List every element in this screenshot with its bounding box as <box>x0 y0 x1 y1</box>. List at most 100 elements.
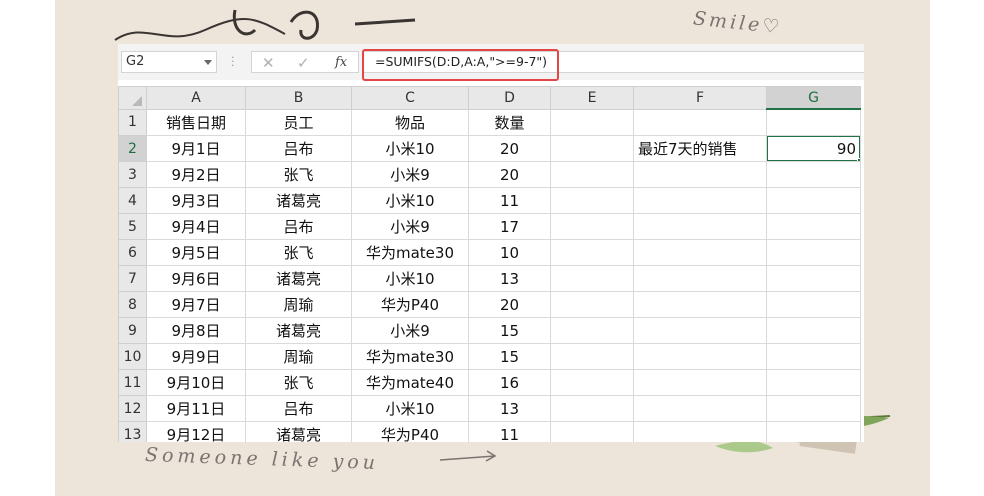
cell-b[interactable]: 张飞 <box>245 161 352 188</box>
cell-e[interactable] <box>550 161 634 188</box>
cell-e[interactable] <box>550 187 634 214</box>
select-all-corner[interactable] <box>118 86 147 110</box>
cell-c[interactable]: 小米10 <box>351 395 469 422</box>
cell-f[interactable] <box>633 395 767 422</box>
cell-a[interactable]: 9月5日 <box>146 239 246 266</box>
cell-d[interactable]: 13 <box>468 395 551 422</box>
cell-e[interactable] <box>550 265 634 292</box>
cell-b[interactable]: 员工 <box>245 108 352 136</box>
cell-d[interactable]: 20 <box>468 135 551 162</box>
insert-function-icon[interactable]: fx <box>335 55 347 70</box>
cell-f[interactable] <box>633 161 767 188</box>
row-header[interactable]: 10 <box>118 343 147 370</box>
cell-e[interactable] <box>550 239 634 266</box>
cell-d[interactable]: 11 <box>468 421 551 442</box>
cell-b[interactable]: 诸葛亮 <box>245 421 352 442</box>
column-header-f[interactable]: F <box>633 86 767 110</box>
cell-d[interactable]: 20 <box>468 291 551 318</box>
row-header[interactable]: 1 <box>118 108 147 136</box>
cell-d[interactable]: 13 <box>468 265 551 292</box>
cell-e[interactable] <box>550 369 634 396</box>
cell-e[interactable] <box>550 291 634 318</box>
cell-b[interactable]: 诸葛亮 <box>245 265 352 292</box>
row-header[interactable]: 9 <box>118 317 147 344</box>
cell-a[interactable]: 9月11日 <box>146 395 246 422</box>
cell-d[interactable]: 15 <box>468 343 551 370</box>
cell-g[interactable] <box>766 213 861 240</box>
cell-f[interactable] <box>633 291 767 318</box>
cell-f[interactable] <box>633 421 767 442</box>
column-header-d[interactable]: D <box>468 86 551 110</box>
cell-d[interactable]: 16 <box>468 369 551 396</box>
cell-f[interactable] <box>633 265 767 292</box>
chevron-down-icon[interactable] <box>204 60 212 65</box>
cell-f[interactable] <box>633 369 767 396</box>
cell-e[interactable] <box>550 395 634 422</box>
cell-g[interactable] <box>766 343 861 370</box>
cell-b[interactable]: 吕布 <box>245 395 352 422</box>
cell-c[interactable]: 小米9 <box>351 317 469 344</box>
column-header-c[interactable]: C <box>351 86 469 110</box>
cell-f[interactable] <box>633 213 767 240</box>
cell-d[interactable]: 10 <box>468 239 551 266</box>
cell-e[interactable] <box>550 421 634 442</box>
cell-a[interactable]: 9月6日 <box>146 265 246 292</box>
cell-a[interactable]: 9月4日 <box>146 213 246 240</box>
cell-d[interactable]: 数量 <box>468 108 551 136</box>
active-cell-g2[interactable]: 90 <box>766 135 861 162</box>
row-header[interactable]: 4 <box>118 187 147 214</box>
cell-b[interactable]: 诸葛亮 <box>245 317 352 344</box>
cell-b[interactable]: 张飞 <box>245 239 352 266</box>
column-header-b[interactable]: B <box>245 86 352 110</box>
cell-a[interactable]: 9月10日 <box>146 369 246 396</box>
cell-c[interactable]: 物品 <box>351 108 469 136</box>
cell-f[interactable] <box>633 239 767 266</box>
cell-g[interactable] <box>766 317 861 344</box>
cell-e[interactable] <box>550 108 634 136</box>
cell-c[interactable]: 小米10 <box>351 135 469 162</box>
fill-handle[interactable] <box>857 158 860 161</box>
column-header-g[interactable]: G <box>766 86 861 110</box>
cell-a[interactable]: 9月2日 <box>146 161 246 188</box>
cell-c[interactable]: 小米10 <box>351 187 469 214</box>
cell-g[interactable] <box>766 291 861 318</box>
cell-d[interactable]: 15 <box>468 317 551 344</box>
cell-g[interactable] <box>766 161 861 188</box>
row-header[interactable]: 12 <box>118 395 147 422</box>
cell-g[interactable] <box>766 187 861 214</box>
cell-d[interactable]: 20 <box>468 161 551 188</box>
row-header[interactable]: 6 <box>118 239 147 266</box>
cell-b[interactable]: 张飞 <box>245 369 352 396</box>
enter-icon[interactable]: ✓ <box>297 54 310 72</box>
row-header[interactable]: 7 <box>118 265 147 292</box>
cell-a[interactable]: 销售日期 <box>146 108 246 136</box>
cell-c[interactable]: 小米9 <box>351 213 469 240</box>
cell-b[interactable]: 周瑜 <box>245 343 352 370</box>
drag-handle-icon[interactable]: · · · <box>231 52 235 71</box>
cell-g[interactable] <box>766 369 861 396</box>
cell-b[interactable]: 吕布 <box>245 135 352 162</box>
cell-c[interactable]: 小米10 <box>351 265 469 292</box>
row-header[interactable]: 8 <box>118 291 147 318</box>
cell-g[interactable] <box>766 239 861 266</box>
cell-g[interactable] <box>766 395 861 422</box>
cell-c[interactable]: 华为P40 <box>351 421 469 442</box>
cell-c[interactable]: 小米9 <box>351 161 469 188</box>
row-header[interactable]: 5 <box>118 213 147 240</box>
row-header[interactable]: 3 <box>118 161 147 188</box>
cell-a[interactable]: 9月8日 <box>146 317 246 344</box>
row-header[interactable]: 13 <box>118 421 147 442</box>
cell-d[interactable]: 17 <box>468 213 551 240</box>
cell-e[interactable] <box>550 213 634 240</box>
cell-a[interactable]: 9月9日 <box>146 343 246 370</box>
cell-c[interactable]: 华为mate30 <box>351 239 469 266</box>
cell-b[interactable]: 吕布 <box>245 213 352 240</box>
cell-g[interactable] <box>766 265 861 292</box>
cell-g[interactable] <box>766 421 861 442</box>
cell-c[interactable]: 华为mate30 <box>351 343 469 370</box>
cell-e[interactable] <box>550 343 634 370</box>
cell-b[interactable]: 诸葛亮 <box>245 187 352 214</box>
cell-f[interactable] <box>633 108 767 136</box>
cell-e[interactable] <box>550 317 634 344</box>
cell-f[interactable] <box>633 343 767 370</box>
